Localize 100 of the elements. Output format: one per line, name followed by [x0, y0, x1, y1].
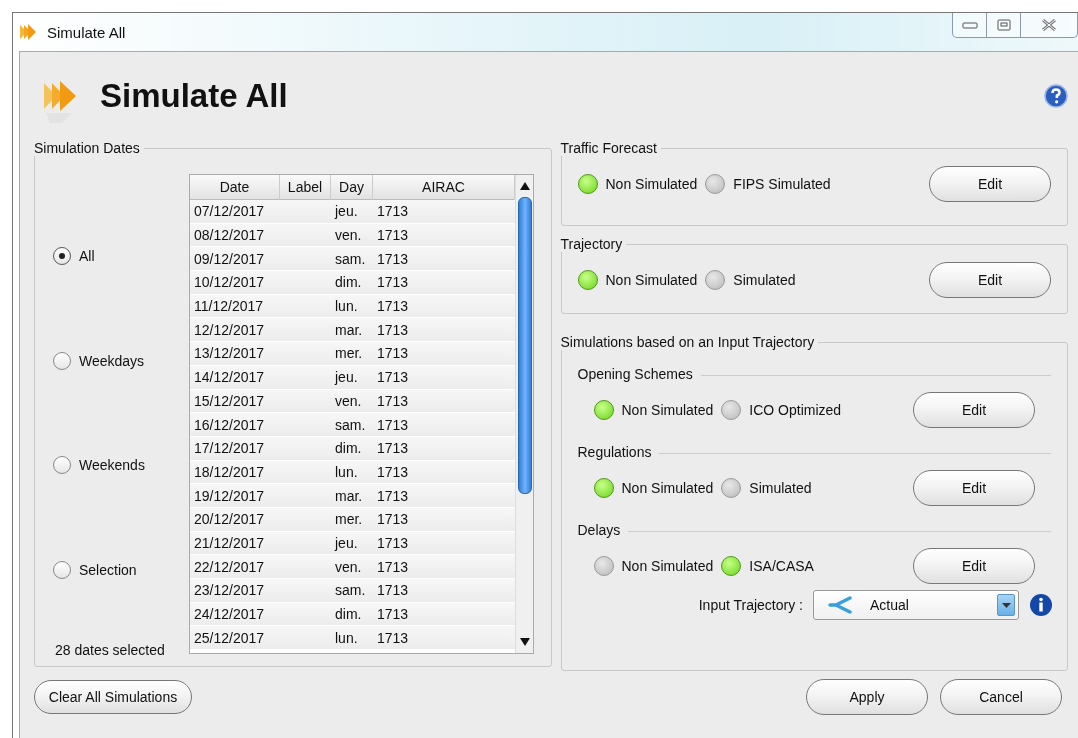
table-cell-text: 15/12/2017: [193, 392, 266, 409]
table-row[interactable]: 12/12/2017 mar. 1713: [190, 318, 515, 343]
info-icon[interactable]: [1029, 593, 1053, 617]
table-cell-text: mar.: [334, 321, 364, 338]
group-title: Trajectory: [560, 236, 624, 252]
scrollbar[interactable]: [515, 175, 533, 653]
maximize-icon: [996, 19, 1011, 31]
help-icon[interactable]: [1044, 84, 1068, 108]
table-cell-text: 17/12/2017: [193, 440, 266, 457]
table-cell-text: 1713: [376, 203, 410, 220]
apply-button[interactable]: Apply: [806, 679, 928, 715]
table-cell-text: 1713: [376, 274, 410, 291]
table-cell-text: 1713: [376, 321, 410, 338]
table-cell-text: 22/12/2017: [193, 558, 266, 575]
status-label: ICO Optimized: [749, 402, 842, 418]
table-row[interactable]: 22/12/2017 ven. 1713: [190, 555, 515, 579]
table-row[interactable]: 16/12/2017 sam. 1713: [190, 413, 515, 437]
table-cell-text: 18/12/2017: [193, 463, 266, 480]
section-title: Regulations: [577, 444, 652, 460]
table-cell-text: 25/12/2017: [193, 629, 266, 646]
group-title: Simulations based on an Input Trajectory: [560, 334, 816, 350]
table-row[interactable]: 10/12/2017 dim. 1713: [190, 271, 515, 295]
table-cell-text: 13/12/2017: [193, 345, 266, 362]
table-cell-text: 1713: [376, 416, 410, 433]
table-cell-text: 12/12/2017: [193, 321, 266, 338]
table-row[interactable]: 18/12/2017 lun. 1713: [190, 460, 515, 485]
table-cell-text: sam.: [334, 416, 367, 433]
table-cell-text: 1713: [376, 606, 410, 623]
edit-button[interactable]: Edit: [913, 470, 1035, 506]
table-row[interactable]: 19/12/2017 mar. 1713: [190, 484, 515, 508]
minimize-icon: [961, 21, 978, 29]
table-cell-text: sam.: [334, 582, 367, 599]
edit-button[interactable]: Edit: [913, 548, 1035, 584]
table-cell-text: 1713: [376, 369, 410, 386]
group-title: Traffic Forecast: [560, 140, 658, 156]
table-row[interactable]: 25/12/2017 lun. 1713: [190, 626, 515, 651]
table-row[interactable]: 15/12/2017 ven. 1713: [190, 389, 515, 414]
table-row[interactable]: 14/12/2017 jeu. 1713: [190, 365, 515, 390]
radio-button[interactable]: [53, 247, 71, 266]
table-cell-text: sam.: [334, 250, 367, 267]
table-cell-text: 19/12/2017: [193, 487, 266, 504]
cancel-button[interactable]: Cancel: [940, 679, 1062, 715]
table-row[interactable]: 23/12/2017 sam. 1713: [190, 579, 515, 603]
scroll-up-icon[interactable]: [518, 181, 531, 191]
table-cell-text: 1713: [376, 250, 410, 267]
table-row[interactable]: 13/12/2017 mer. 1713: [190, 342, 515, 366]
table-cell-text: ven.: [334, 558, 363, 575]
table-cell-text: 1713: [376, 440, 410, 457]
clear-button[interactable]: Clear All Simulations: [34, 680, 192, 714]
branch-icon: [828, 596, 852, 614]
table-row[interactable]: 09/12/2017 sam. 1713: [190, 247, 515, 272]
radio-label[interactable]: Weekdays: [79, 352, 145, 369]
arrows-icon: [19, 23, 39, 41]
table-cell-text: jeu.: [333, 203, 359, 220]
edit-button[interactable]: Edit: [929, 262, 1051, 298]
radio-button[interactable]: [53, 456, 71, 475]
section-title: Opening Schemes: [577, 366, 693, 382]
scroll-down-icon[interactable]: [518, 637, 531, 647]
table-cell-text: 1713: [376, 629, 410, 646]
table-cell-text: 1713: [376, 298, 410, 315]
radio-button[interactable]: [53, 560, 71, 579]
table-row[interactable]: 07/12/2017 jeu. 1713: [190, 200, 515, 224]
radio-label[interactable]: Selection: [79, 561, 137, 578]
table-cell-text: dim.: [334, 274, 363, 291]
group-title: Simulation Dates: [34, 140, 141, 156]
trajectory-dropdown[interactable]: Actual: [813, 590, 1019, 620]
status-label: Non Simulated: [621, 558, 714, 574]
table-cell-text: lun.: [334, 298, 359, 315]
table-cell-text: 1713: [376, 463, 410, 480]
table-cell-text: 08/12/2017: [193, 227, 266, 244]
table-cell-text: lun.: [334, 629, 359, 646]
table-row[interactable]: 08/12/2017 ven. 1713: [190, 223, 515, 248]
status-label: FIPS Simulated: [733, 176, 831, 192]
status-label: Simulated: [733, 272, 796, 288]
table-cell-text: 1713: [376, 511, 410, 528]
edit-button[interactable]: Edit: [929, 166, 1051, 202]
radio-label[interactable]: All: [79, 248, 95, 265]
edit-button[interactable]: Edit: [913, 392, 1035, 428]
table-cell-text: jeu.: [333, 534, 359, 551]
table-row[interactable]: 17/12/2017 dim. 1713: [190, 436, 515, 461]
table-cell-text: 11/12/2017: [193, 298, 265, 315]
radio-button[interactable]: [53, 351, 71, 370]
radio-label[interactable]: Weekends: [79, 457, 145, 474]
scroll-thumb[interactable]: [517, 197, 532, 494]
status-label: Non Simulated: [605, 176, 698, 192]
table-cell-text: mar.: [334, 487, 364, 504]
selection-count: 28 dates selected: [54, 642, 166, 660]
table-cell-text: 1713: [376, 487, 410, 504]
table-cell-text: 16/12/2017: [193, 416, 266, 433]
status-label: Non Simulated: [605, 272, 698, 288]
table-row[interactable]: 20/12/2017 mer. 1713: [190, 507, 515, 532]
table-cell-text: 1713: [376, 392, 410, 409]
table-cell-text: ven.: [334, 392, 363, 409]
table-row[interactable]: 21/12/2017 jeu. 1713: [190, 531, 515, 556]
table-row[interactable]: 11/12/2017 lun. 1713: [190, 294, 515, 319]
window-title: Simulate All: [47, 23, 126, 41]
table-row[interactable]: 24/12/2017 dim. 1713: [190, 602, 515, 627]
table-cell-text: 23/12/2017: [193, 582, 266, 599]
table-cell-text: dim.: [334, 440, 363, 457]
table-cell-text: 1713: [376, 345, 410, 362]
